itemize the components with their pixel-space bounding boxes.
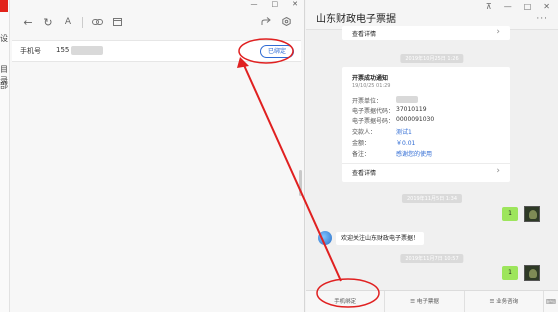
user-avatar[interactable] <box>524 206 540 222</box>
phone-row: 手机号 155 已绑定 <box>12 40 301 62</box>
user-avatar[interactable] <box>524 265 540 281</box>
field-code: 电子票据代码： 37010119 <box>352 106 427 115</box>
phone-redaction <box>71 46 103 55</box>
minimize-button[interactable]: — <box>504 2 512 11</box>
view-detail-link[interactable]: 查看详情 <box>352 168 376 177</box>
browser-toolbar: ← ↻ A <box>18 12 296 32</box>
scrollbar[interactable] <box>299 170 302 196</box>
issuer-redaction <box>396 96 418 103</box>
close-button[interactable]: ✕ <box>292 0 298 8</box>
notice-date: 19/10/25 01:29 <box>352 83 391 89</box>
notice-title: 开票成功通知 <box>352 75 389 82</box>
field-amount: 金额： ￥0.01 <box>352 140 416 147</box>
card-divider <box>342 163 510 164</box>
maximize-button[interactable]: □ <box>272 0 279 8</box>
font-icon[interactable]: A <box>58 17 78 27</box>
field-number: 电子票据号码： 0000091030 <box>352 116 435 125</box>
toolbar-divider <box>82 16 83 28</box>
menu-consultation[interactable]: ☰ 业务咨询 <box>465 291 544 312</box>
timestamp-1: 2019年10月25日 1:26 <box>400 54 464 63</box>
bound-button[interactable]: 已绑定 <box>260 45 294 58</box>
back-icon[interactable]: ← <box>18 16 38 29</box>
sent-message-bubble[interactable]: 1 <box>502 266 518 280</box>
chevron-right-icon: › <box>496 166 500 176</box>
binding-window: — □ ✕ ← ↻ A 手机号 155 已绑定 <box>10 0 305 312</box>
timestamp-2: 2019年11月5日 1:34 <box>401 194 463 203</box>
minimize-button[interactable]: — <box>251 0 258 8</box>
field-remark: 备注： 感谢您的使用 <box>352 151 433 158</box>
official-account-avatar[interactable] <box>318 231 332 245</box>
chevron-right-icon: › <box>496 27 500 37</box>
bottom-menu: 手机绑定 ☰ 电子票据 ☰ 业务咨询 ⌨ <box>306 290 558 312</box>
more-icon[interactable]: ··· <box>536 14 548 24</box>
keyboard-icon[interactable]: ⌨ <box>544 291 558 312</box>
menu-e-invoice[interactable]: ☰ 电子票据 <box>385 291 465 312</box>
refresh-icon[interactable]: ↻ <box>38 16 58 29</box>
share-icon[interactable] <box>256 16 276 29</box>
phone-label: 手机号 <box>20 47 41 55</box>
maximize-button[interactable]: □ <box>524 2 532 11</box>
window-titlebar: — □ ✕ <box>10 0 304 8</box>
field-issuer: 开票单位： <box>352 96 418 105</box>
close-button[interactable]: ✕ <box>543 2 550 11</box>
message-card-top[interactable]: 查看详情 › <box>342 26 510 40</box>
menu-phone-binding[interactable]: 手机绑定 <box>306 291 386 312</box>
app-badge <box>0 0 8 12</box>
bg-text-2: 部 <box>0 81 8 90</box>
chat-window: 山东财政电子票据 ⊼ — □ ✕ ··· 查看详情 › 2019年10月25日 … <box>306 0 558 312</box>
phone-value: 155 <box>56 46 70 54</box>
chat-title: 山东财政电子票据 <box>316 14 396 25</box>
link-icon[interactable] <box>87 16 107 29</box>
field-payer: 交款人： 测试1 <box>352 129 412 136</box>
bg-text-1: 设 <box>0 34 8 43</box>
pin-button[interactable]: ⊼ <box>486 2 492 11</box>
sent-message-bubble[interactable]: 1 <box>502 207 518 221</box>
view-detail-link[interactable]: 查看详情 <box>352 29 376 38</box>
calendar-icon[interactable] <box>107 16 127 29</box>
timestamp-3: 2019年11月7日 10:57 <box>400 254 464 263</box>
background-app-edge: 设 目录 部 <box>0 0 10 312</box>
settings-icon[interactable] <box>276 16 296 29</box>
welcome-message-bubble[interactable]: 欢迎关注山东财政电子票据！ <box>336 232 425 245</box>
